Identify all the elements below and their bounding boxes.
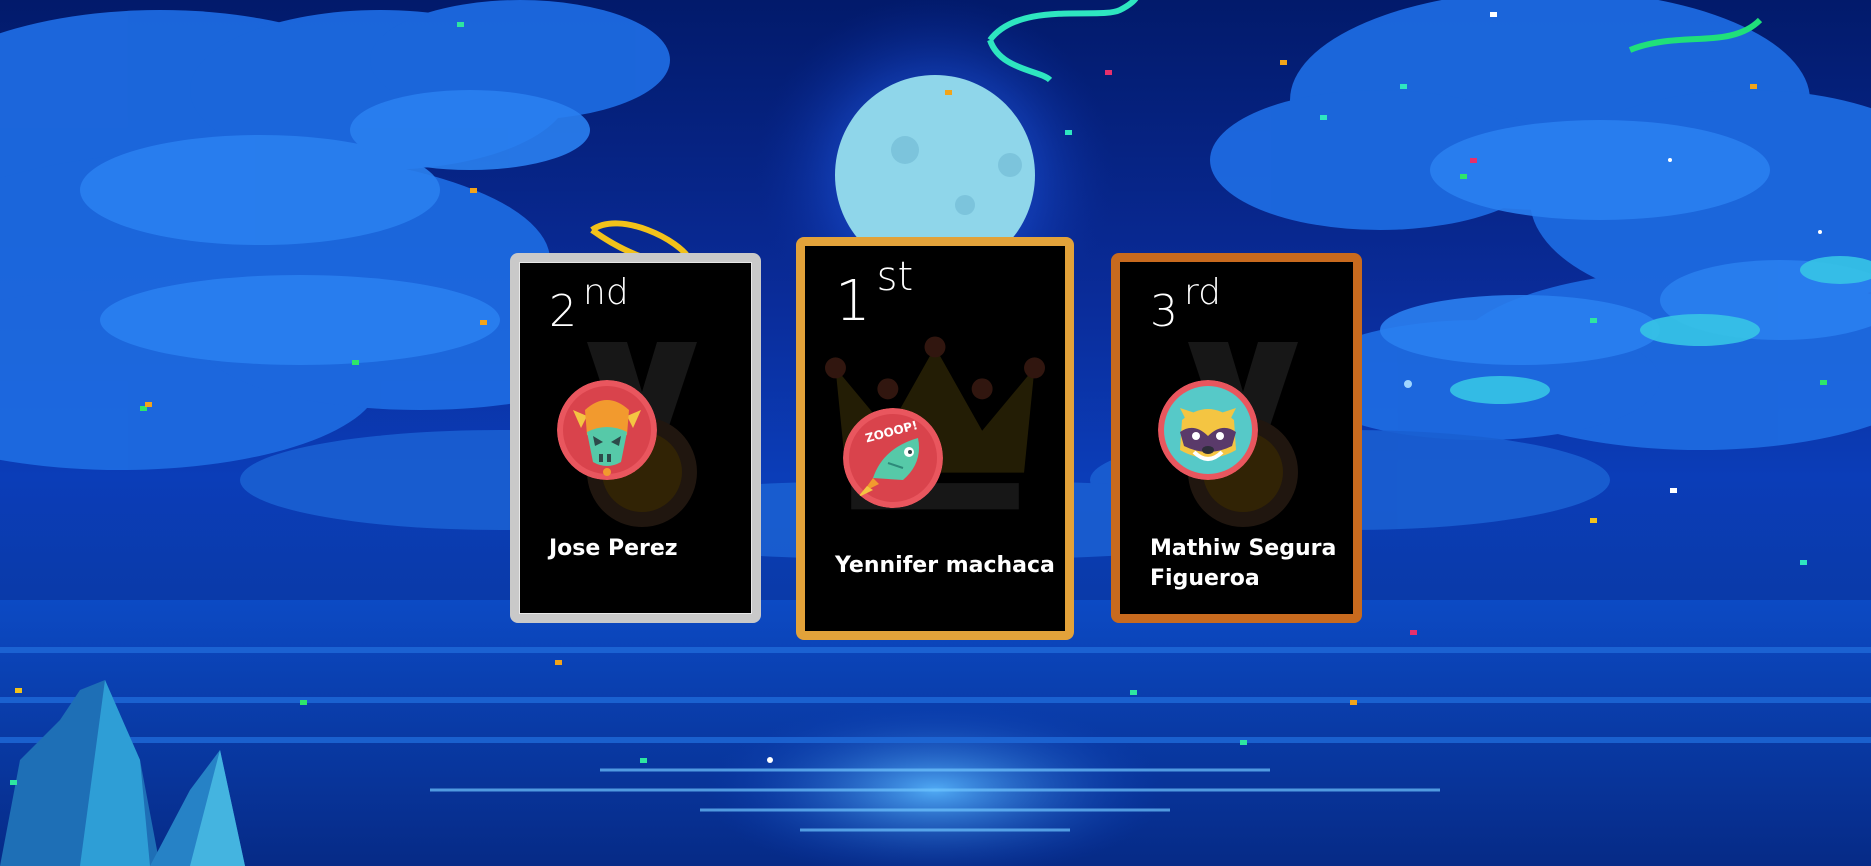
first-place-card: 1st ZOOOP! Yennifer machaca [796, 237, 1074, 640]
place-label: 3rd [1150, 275, 1221, 334]
avatar [1158, 380, 1258, 480]
place-suffix: nd [583, 272, 629, 313]
avatar: ZOOOP! [843, 408, 943, 508]
player-name: Mathiw Segura Figueroa [1150, 536, 1337, 591]
third-place-card: 3rd Mathiw Segura Figueroa [1111, 253, 1362, 623]
place-suffix: rd [1184, 272, 1222, 313]
avatar [557, 380, 657, 480]
place-number: 2 [549, 286, 577, 337]
second-place-card: 2nd Jose Perez [510, 253, 761, 623]
raccoon-mask-icon [1158, 380, 1258, 480]
place-label: 1st [835, 257, 913, 330]
podium-scene: 2nd Jose Perez 1 st ZOOOP! Yennifer mach… [0, 0, 1871, 866]
green-skull-monster-icon [557, 380, 657, 480]
place-number: 1 [835, 269, 871, 334]
leaderboard-podium: 2nd Jose Perez 1 st ZOOOP! Yennifer mach… [0, 0, 1871, 866]
place-number: 3 [1150, 286, 1178, 337]
place-suffix: st [876, 254, 914, 300]
player-name: Yennifer machaca [835, 553, 1055, 578]
player-name: Jose Perez [549, 536, 678, 561]
place-label: 2nd [549, 275, 629, 334]
rocket-fish-zooop-icon: ZOOOP! [843, 408, 943, 508]
